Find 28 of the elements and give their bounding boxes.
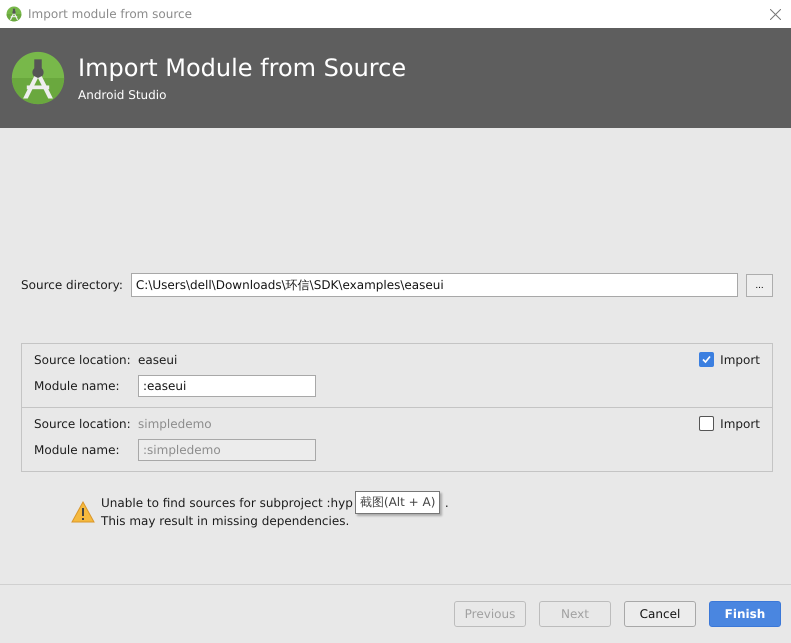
checkmark-icon [702, 355, 712, 364]
field-label: Source location: [34, 352, 132, 366]
window-title: Import module from source [28, 7, 194, 21]
field-label: Module name: [34, 379, 121, 393]
module-name-field[interactable]: :easeui [138, 375, 316, 397]
field-label: Module name: [34, 443, 121, 457]
android-studio-logo-icon [10, 50, 66, 106]
checkbox-label: Import [720, 416, 760, 430]
import-checkbox[interactable] [699, 352, 714, 367]
dialog-heading: Import Module from Source [78, 54, 406, 82]
source-directory-field[interactable]: C:\Users\dell\Downloads\环信\SDK\examples\easeui [130, 273, 738, 297]
source-location-value: easeui [138, 352, 178, 366]
warning-icon [71, 501, 95, 523]
browse-button[interactable]: ... [746, 274, 773, 296]
dialog-button[interactable]: Finish [709, 601, 781, 627]
dialog-subtitle: Android Studio [78, 88, 168, 102]
warning-text: This may result in missing dependencies. [101, 514, 350, 528]
dialog-button[interactable]: Cancel [624, 601, 696, 627]
warning-text: . [444, 496, 449, 510]
android-studio-logo-icon [6, 6, 22, 22]
checkbox-label: Import [720, 352, 760, 366]
import-checkbox[interactable] [699, 416, 714, 431]
source-location-value: simpledemo [138, 416, 213, 430]
close-icon[interactable] [770, 8, 781, 20]
warning-text: Unable to find sources for subproject :hyp [101, 496, 353, 510]
tooltip: 截图(Alt + A) [354, 490, 440, 514]
field-label: Source directory: [21, 278, 123, 292]
field-label: Source location: [34, 416, 132, 430]
